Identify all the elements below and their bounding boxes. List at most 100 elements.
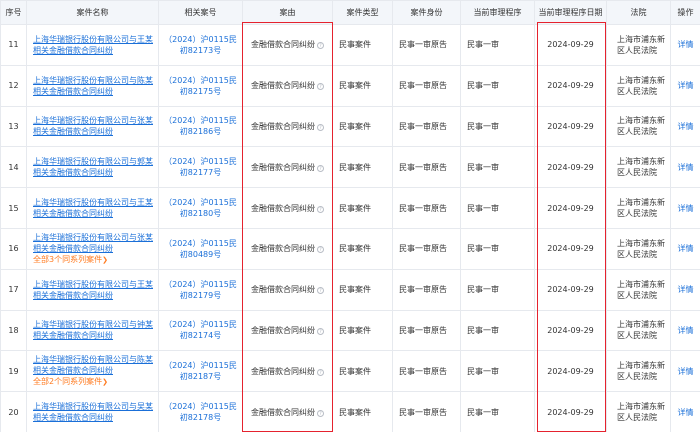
cell-case-role: 民事一审原告 xyxy=(392,24,461,66)
case-name-link[interactable]: 上海华瑞银行股份有限公司与王某相关金融借款合同纠纷 xyxy=(33,279,155,301)
details-link[interactable]: 详情 xyxy=(670,227,700,270)
cell-procedure-date: 2024-09-29 xyxy=(534,24,607,66)
series-cases-link[interactable]: 全部3个同系列案件❯ xyxy=(33,254,155,266)
question-circle-icon[interactable]: ? xyxy=(317,123,324,131)
col-header-action: 操作 xyxy=(670,0,700,25)
cell-court: 上海市浦东新区人民法院 xyxy=(606,391,671,432)
cell-case-name: 上海华瑞银行股份有限公司与吴某相关金融借款合同纠纷 xyxy=(26,391,159,432)
cell-case-name: 上海华瑞银行股份有限公司与陈某相关金融借款合同纠纷 xyxy=(26,64,159,107)
case-name-link[interactable]: 上海华瑞银行股份有限公司与张某相关金融借款合同纠纷 xyxy=(33,232,155,254)
series-cases-link[interactable]: 全部2个同系列案件❯ xyxy=(33,376,155,388)
series-cases-label: 全部3个同系列案件 xyxy=(33,254,103,264)
cell-case-name: 上海华瑞银行股份有限公司与张某相关金融借款合同纠纷 全部3个同系列案件❯ xyxy=(26,227,159,270)
cause-text: 金融借款合同纠纷 xyxy=(251,407,315,417)
cell-seq: 15 xyxy=(0,187,27,229)
case-number-link[interactable]: （2024）沪0115民初82178号 xyxy=(158,391,243,432)
details-link[interactable]: 详情 xyxy=(670,350,700,393)
cell-procedure: 民事一审 xyxy=(460,24,535,66)
case-number-link[interactable]: （2024）沪0115民初82179号 xyxy=(158,268,243,311)
cell-court: 上海市浦东新区人民法院 xyxy=(606,268,671,311)
cell-court: 上海市浦东新区人民法院 xyxy=(606,227,671,270)
col-header-procedure: 当前审理程序 xyxy=(460,0,535,25)
case-name-link[interactable]: 上海华瑞银行股份有限公司与王某相关金融借款合同纠纷 xyxy=(33,197,155,219)
case-number-link[interactable]: （2024）沪0115民初82175号 xyxy=(158,64,243,107)
details-link[interactable]: 详情 xyxy=(670,391,700,432)
details-link[interactable]: 详情 xyxy=(670,187,700,229)
cell-case-role: 民事一审原告 xyxy=(392,350,461,393)
cell-procedure-date: 2024-09-29 xyxy=(534,187,607,229)
cell-seq: 13 xyxy=(0,105,27,148)
details-link[interactable]: 详情 xyxy=(670,105,700,148)
table-row: 17 上海华瑞银行股份有限公司与王某相关金融借款合同纠纷 （2024）沪0115民初… xyxy=(0,268,700,311)
cell-procedure: 民事一审 xyxy=(460,187,535,229)
case-name-link[interactable]: 上海华瑞银行股份有限公司与陈某相关金融借款合同纠纷 xyxy=(33,354,155,376)
table-row: 15 上海华瑞银行股份有限公司与王某相关金融借款合同纠纷 （2024）沪0115民初… xyxy=(0,187,700,229)
cell-case-type: 民事案件 xyxy=(332,227,393,270)
details-link[interactable]: 详情 xyxy=(670,64,700,107)
question-circle-icon[interactable]: ? xyxy=(317,327,324,335)
cell-cause: 金融借款合同纠纷? xyxy=(242,268,333,311)
cell-procedure-date: 2024-09-29 xyxy=(534,391,607,432)
cell-procedure: 民事一审 xyxy=(460,105,535,148)
table-row: 16 上海华瑞银行股份有限公司与张某相关金融借款合同纠纷 全部3个同系列案件❯ （20… xyxy=(0,227,700,270)
col-header-cause: 案由 xyxy=(242,0,333,25)
case-table: 序号 案件名称 相关案号 案由 案件类型 案件身份 当前审理程序 当前审理程序日… xyxy=(0,0,700,432)
cell-cause: 金融借款合同纠纷? xyxy=(242,64,333,107)
question-circle-icon[interactable]: ? xyxy=(317,205,324,213)
chevron-right-icon: ❯ xyxy=(102,378,108,387)
cell-procedure-date: 2024-09-29 xyxy=(534,227,607,270)
cell-court: 上海市浦东新区人民法院 xyxy=(606,64,671,107)
question-circle-icon[interactable]: ? xyxy=(317,246,324,254)
cell-procedure: 民事一审 xyxy=(460,350,535,393)
cell-seq: 16 xyxy=(0,227,27,270)
case-number-link[interactable]: （2024）沪0115民初82177号 xyxy=(158,146,243,189)
col-header-name: 案件名称 xyxy=(26,0,159,25)
details-link[interactable]: 详情 xyxy=(670,146,700,189)
case-name-link[interactable]: 上海华瑞银行股份有限公司与王某相关金融借款合同纠纷 xyxy=(33,34,155,56)
question-circle-icon[interactable]: ? xyxy=(317,164,324,172)
cell-court: 上海市浦东新区人民法院 xyxy=(606,350,671,393)
cell-case-name: 上海华瑞银行股份有限公司与钟某相关金融借款合同纠纷 xyxy=(26,309,159,352)
question-circle-icon[interactable]: ? xyxy=(317,42,324,50)
table-row: 12 上海华瑞银行股份有限公司与陈某相关金融借款合同纠纷 （2024）沪0115民初… xyxy=(0,64,700,107)
cell-case-type: 民事案件 xyxy=(332,309,393,352)
cell-case-role: 民事一审原告 xyxy=(392,268,461,311)
cell-case-name: 上海华瑞银行股份有限公司与王某相关金融借款合同纠纷 xyxy=(26,24,159,66)
question-circle-icon[interactable]: ? xyxy=(317,83,324,91)
case-number-link[interactable]: （2024）沪0115民初82180号 xyxy=(158,187,243,229)
case-name-link[interactable]: 上海华瑞银行股份有限公司与郭某相关金融借款合同纠纷 xyxy=(33,156,155,178)
col-header-number: 相关案号 xyxy=(158,0,243,25)
case-name-link[interactable]: 上海华瑞银行股份有限公司与吴某相关金融借款合同纠纷 xyxy=(33,401,155,423)
cell-cause: 金融借款合同纠纷? xyxy=(242,146,333,189)
question-circle-icon[interactable]: ? xyxy=(317,409,324,417)
details-link[interactable]: 详情 xyxy=(670,268,700,311)
case-name-link[interactable]: 上海华瑞银行股份有限公司与陈某相关金融借款合同纠纷 xyxy=(33,75,155,97)
cause-text: 金融借款合同纠纷 xyxy=(251,81,315,91)
cell-procedure-date: 2024-09-29 xyxy=(534,105,607,148)
cell-cause: 金融借款合同纠纷? xyxy=(242,24,333,66)
cause-text: 金融借款合同纠纷 xyxy=(251,203,315,213)
cell-court: 上海市浦东新区人民法院 xyxy=(606,105,671,148)
cause-text: 金融借款合同纠纷 xyxy=(251,121,315,131)
case-number-link[interactable]: （2024）沪0115民初82186号 xyxy=(158,105,243,148)
case-number-link[interactable]: （2024）沪0115民初82174号 xyxy=(158,309,243,352)
cell-case-role: 民事一审原告 xyxy=(392,187,461,229)
details-link[interactable]: 详情 xyxy=(670,24,700,66)
question-circle-icon[interactable]: ? xyxy=(317,368,324,376)
case-number-link[interactable]: （2024）沪0115民初80489号 xyxy=(158,227,243,270)
cause-text: 金融借款合同纠纷 xyxy=(251,40,315,50)
details-link[interactable]: 详情 xyxy=(670,309,700,352)
cell-case-type: 民事案件 xyxy=(332,64,393,107)
table-row: 11 上海华瑞银行股份有限公司与王某相关金融借款合同纠纷 （2024）沪0115民初… xyxy=(0,24,700,66)
case-name-link[interactable]: 上海华瑞银行股份有限公司与钟某相关金融借款合同纠纷 xyxy=(33,319,155,341)
case-name-link[interactable]: 上海华瑞银行股份有限公司与张某相关金融借款合同纠纷 xyxy=(33,115,155,137)
table-row: 13 上海华瑞银行股份有限公司与张某相关金融借款合同纠纷 （2024）沪0115民初… xyxy=(0,105,700,148)
cell-case-role: 民事一审原告 xyxy=(392,105,461,148)
table-row: 19 上海华瑞银行股份有限公司与陈某相关金融借款合同纠纷 全部2个同系列案件❯ （20… xyxy=(0,350,700,393)
case-number-link[interactable]: （2024）沪0115民初82187号 xyxy=(158,350,243,393)
question-circle-icon[interactable]: ? xyxy=(317,287,324,295)
cell-case-type: 民事案件 xyxy=(332,350,393,393)
cell-seq: 11 xyxy=(0,24,27,66)
cell-court: 上海市浦东新区人民法院 xyxy=(606,146,671,189)
case-number-link[interactable]: （2024）沪0115民初82173号 xyxy=(158,24,243,66)
